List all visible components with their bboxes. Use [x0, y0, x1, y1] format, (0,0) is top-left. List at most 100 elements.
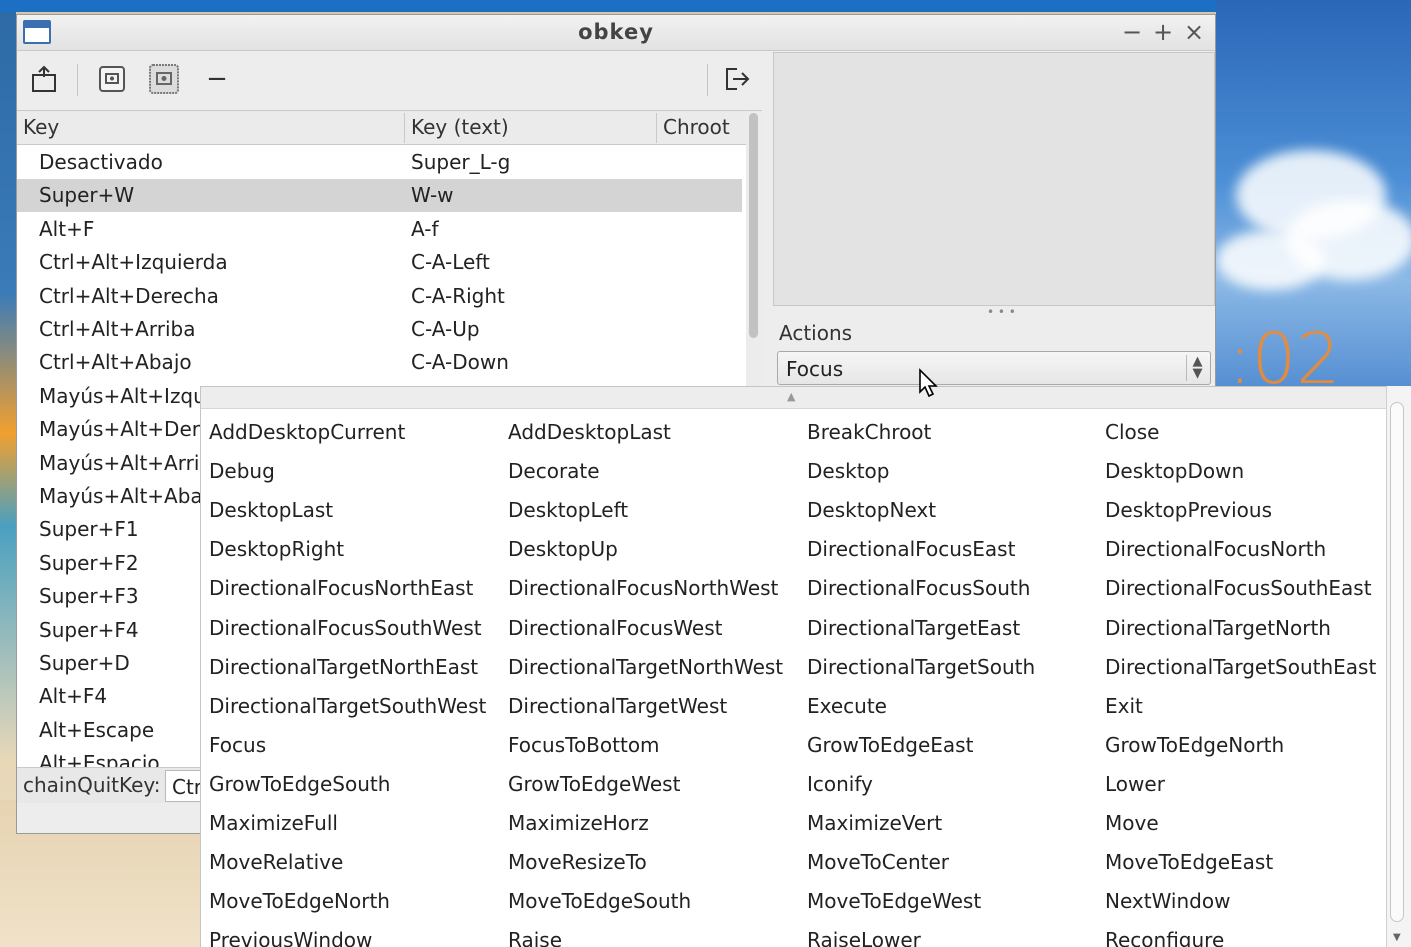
action-option[interactable]: DirectionalTargetNorth: [1105, 616, 1331, 640]
table-row[interactable]: Super+W W-w: [17, 179, 742, 213]
scroll-down-icon[interactable]: ▼: [1393, 932, 1401, 943]
table-row[interactable]: Alt+F A-f: [17, 213, 742, 246]
dropdown-scroll-up[interactable]: ▲: [201, 387, 1386, 409]
action-option[interactable]: DirectionalFocusWest: [508, 616, 722, 640]
action-option[interactable]: MoveToEdgeNorth: [209, 889, 390, 913]
dropdown-scrollbar[interactable]: ▼: [1386, 386, 1411, 947]
action-option[interactable]: DirectionalTargetSouth: [807, 655, 1035, 679]
action-option[interactable]: Move: [1105, 811, 1159, 835]
quit-icon[interactable]: [719, 62, 753, 96]
action-option[interactable]: GrowToEdgeEast: [807, 733, 973, 757]
action-option[interactable]: DirectionalFocusEast: [807, 537, 1015, 561]
table-scrollbar-thumb[interactable]: [749, 113, 758, 338]
action-option[interactable]: GrowToEdgeWest: [508, 772, 680, 796]
combobox-arrows-icon: ▲ ▼: [1186, 355, 1208, 381]
action-option[interactable]: AddDesktopCurrent: [209, 420, 405, 444]
action-option[interactable]: DesktopLeft: [508, 498, 628, 522]
action-option[interactable]: GrowToEdgeNorth: [1105, 733, 1284, 757]
action-option[interactable]: PreviousWindow: [209, 928, 372, 947]
action-option[interactable]: Reconfigure: [1105, 928, 1224, 947]
action-combobox-value: Focus: [786, 357, 844, 381]
table-row[interactable]: Ctrl+Alt+Izquierda C-A-Left: [17, 246, 742, 279]
action-option[interactable]: DirectionalTargetSouthEast: [1105, 655, 1376, 679]
action-option[interactable]: Execute: [807, 694, 887, 718]
action-option[interactable]: Debug: [209, 459, 275, 483]
action-option[interactable]: MoveRelative: [209, 850, 343, 874]
action-option[interactable]: DesktopRight: [209, 537, 344, 561]
action-option[interactable]: DesktopPrevious: [1105, 498, 1272, 522]
action-option[interactable]: DirectionalTargetNorthEast: [209, 655, 478, 679]
action-option[interactable]: Iconify: [807, 772, 873, 796]
column-header-key-text[interactable]: Key (text): [411, 115, 509, 139]
cell-key: Super+F3: [39, 584, 139, 609]
action-option[interactable]: Raise: [508, 928, 562, 947]
action-combobox[interactable]: Focus ▲ ▼: [777, 351, 1211, 385]
cell-key: Super+F2: [39, 550, 139, 575]
action-option[interactable]: RaiseLower: [807, 928, 921, 947]
table-header: Key Key (text) Chroot: [17, 111, 747, 145]
cell-key-text: C-A-Right: [411, 283, 505, 308]
cell-key: Ctrl+Alt+Izquierda: [39, 250, 228, 275]
action-option[interactable]: NextWindow: [1105, 889, 1230, 913]
cell-key: Super+D: [39, 651, 130, 675]
action-option[interactable]: MaximizeHorz: [508, 811, 649, 835]
action-option[interactable]: FocusToBottom: [508, 733, 660, 757]
table-row[interactable]: Ctrl+Alt+Abajo C-A-Down: [17, 346, 742, 379]
cell-key: Mayús+Alt+Arrib: [39, 450, 213, 475]
pane-resize-grip[interactable]: • • •: [987, 305, 1016, 319]
cell-key: Mayús+Alt+Izqui: [39, 383, 212, 408]
title-bar[interactable]: obkey − + ×: [17, 15, 1215, 51]
cell-key: Ctrl+Alt+Arriba: [39, 317, 196, 341]
action-option[interactable]: MoveToEdgeWest: [807, 889, 981, 913]
table-row[interactable]: Ctrl+Alt+Derecha C-A-Right: [17, 280, 742, 313]
chain-quit-key-label: chainQuitKey:: [23, 773, 161, 797]
action-option[interactable]: Focus: [209, 733, 266, 757]
dropdown-scrollbar-thumb[interactable]: [1390, 402, 1404, 922]
action-option[interactable]: DirectionalFocusNorth: [1105, 537, 1326, 561]
cell-key-text: C-A-Up: [411, 317, 480, 341]
action-option[interactable]: AddDesktopLast: [508, 420, 671, 444]
maximize-button[interactable]: +: [1150, 18, 1176, 46]
action-option[interactable]: DesktopNext: [807, 498, 936, 522]
action-option[interactable]: MoveToEdgeSouth: [508, 889, 691, 913]
table-row[interactable]: Ctrl+Alt+Arriba C-A-Up: [17, 313, 742, 346]
action-option[interactable]: MoveToCenter: [807, 850, 949, 874]
action-option[interactable]: DirectionalFocusSouthEast: [1105, 576, 1372, 600]
action-option[interactable]: DirectionalTargetNorthWest: [508, 655, 783, 679]
action-option[interactable]: MaximizeFull: [209, 811, 338, 835]
cell-key-text: Super_L-g: [411, 150, 511, 174]
actions-label: Actions: [779, 321, 853, 345]
action-option[interactable]: DirectionalFocusNorthEast: [209, 576, 473, 600]
minimize-button[interactable]: −: [1119, 18, 1145, 46]
action-option[interactable]: BreakChroot: [807, 420, 931, 444]
action-option[interactable]: MoveToEdgeEast: [1105, 850, 1273, 874]
copy-keybind-icon[interactable]: [95, 62, 129, 96]
action-option[interactable]: MoveResizeTo: [508, 850, 647, 874]
action-option[interactable]: DesktopDown: [1105, 459, 1244, 483]
action-option[interactable]: DirectionalFocusNorthWest: [508, 576, 778, 600]
open-file-icon[interactable]: [27, 62, 61, 96]
action-option[interactable]: DirectionalFocusSouth: [807, 576, 1030, 600]
action-option[interactable]: Desktop: [807, 459, 889, 483]
action-option[interactable]: DesktopUp: [508, 537, 618, 561]
action-option[interactable]: Exit: [1105, 694, 1143, 718]
close-button[interactable]: ×: [1181, 18, 1207, 46]
action-editor-panel: [773, 52, 1215, 306]
remove-keybind-icon[interactable]: −: [200, 62, 234, 96]
action-option[interactable]: Decorate: [508, 459, 600, 483]
action-option[interactable]: DesktopLast: [209, 498, 333, 522]
column-header-chroot[interactable]: Chroot: [663, 115, 730, 139]
action-option[interactable]: Lower: [1105, 772, 1165, 796]
action-option[interactable]: DirectionalTargetSouthWest: [209, 694, 486, 718]
desktop-top-strip: [0, 0, 1411, 12]
action-option[interactable]: MaximizeVert: [807, 811, 942, 835]
table-row[interactable]: Desactivado Super_L-g: [17, 146, 742, 179]
action-option[interactable]: Close: [1105, 420, 1159, 444]
action-option[interactable]: DirectionalTargetEast: [807, 616, 1020, 640]
action-option[interactable]: DirectionalTargetWest: [508, 694, 727, 718]
action-option[interactable]: DirectionalFocusSouthWest: [209, 616, 482, 640]
column-header-key[interactable]: Key: [23, 115, 59, 139]
paste-keybind-icon[interactable]: [147, 62, 181, 96]
cell-key: Alt+F: [39, 216, 95, 241]
action-option[interactable]: GrowToEdgeSouth: [209, 772, 390, 796]
